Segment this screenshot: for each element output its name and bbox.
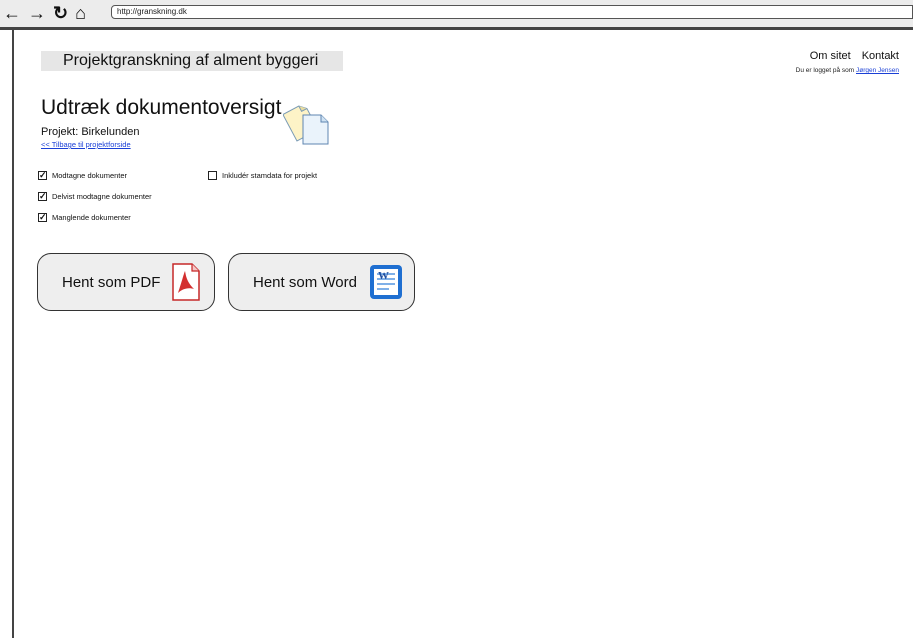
option-partial-label: Delvist modtagne dokumenter	[52, 192, 152, 201]
checkbox-partial[interactable]: ✓	[38, 192, 47, 201]
nav-link-about[interactable]: Om sitet	[810, 50, 851, 62]
home-icon[interactable]: ⌂	[75, 4, 86, 22]
pdf-icon	[172, 263, 201, 301]
documents-icon	[283, 105, 329, 145]
checkbox-missing[interactable]: ✓	[38, 213, 47, 222]
reload-icon[interactable]: ↻	[53, 4, 68, 22]
address-bar[interactable]: http://granskning.dk	[111, 5, 913, 19]
download-pdf-button[interactable]: Hent som PDF	[37, 253, 215, 311]
project-label: Projekt: Birkelunden	[41, 126, 140, 138]
arrow-right-icon[interactable]: →	[28, 4, 46, 22]
option-received[interactable]: ✓ Modtagne dokumenter	[38, 171, 127, 180]
download-word-button[interactable]: Hent som Word W	[228, 253, 415, 311]
page-title: Udtræk dokumentoversigt	[41, 96, 282, 119]
option-received-label: Modtagne dokumenter	[52, 171, 128, 180]
back-link[interactable]: << Tilbage til projektforside	[41, 140, 131, 149]
option-masterdata[interactable]: Inkludér stamdata for projekt	[208, 171, 317, 180]
checkbox-received[interactable]: ✓	[38, 171, 47, 180]
login-status: Du er logget på som Jørgen Jensen	[796, 67, 899, 74]
browser-nav: ← → ↻ ⌂	[3, 4, 86, 22]
nav-link-contact[interactable]: Kontakt	[862, 50, 899, 62]
option-missing[interactable]: ✓ Manglende dokumenter	[38, 213, 131, 222]
option-masterdata-label: Inkludér stamdata for projekt	[222, 171, 318, 180]
checkbox-masterdata[interactable]	[208, 171, 217, 180]
user-link[interactable]: Jørgen Jensen	[856, 67, 899, 74]
page-frame	[12, 30, 913, 638]
option-partial[interactable]: ✓ Delvist modtagne dokumenter	[38, 192, 152, 201]
download-pdf-label: Hent som PDF	[62, 273, 161, 291]
word-icon: W	[369, 265, 402, 299]
site-title: Projektgranskning af alment byggeri	[41, 51, 343, 71]
browser-toolbar: ← → ↻ ⌂ http://granskning.dk	[0, 0, 913, 30]
login-prefix: Du er logget på som	[795, 67, 855, 74]
arrow-left-icon[interactable]: ←	[3, 4, 21, 22]
download-word-label: Hent som Word	[253, 273, 357, 291]
top-nav: Om sitet Kontakt	[810, 50, 899, 62]
option-missing-label: Manglende dokumenter	[52, 213, 131, 222]
svg-text:W: W	[378, 270, 389, 282]
